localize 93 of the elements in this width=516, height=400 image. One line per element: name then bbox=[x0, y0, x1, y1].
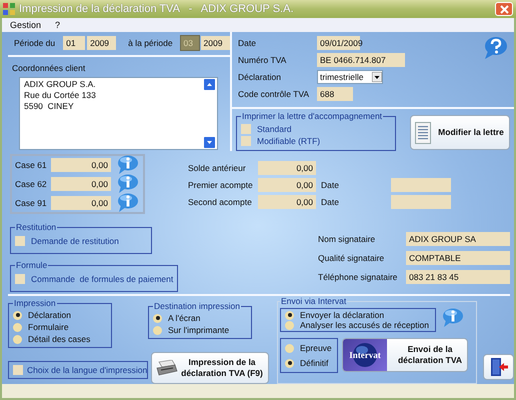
intervat-logo: Intervat bbox=[349, 350, 381, 360]
checkbox[interactable] bbox=[241, 124, 251, 134]
radio-label: Détail des cases bbox=[28, 334, 90, 344]
from-year-field[interactable]: 2009 bbox=[87, 36, 116, 50]
balance-label: Premier acompte bbox=[188, 180, 254, 190]
date-label: Date bbox=[320, 180, 340, 190]
checkbox-label: Commande de formules de paiement bbox=[31, 274, 174, 284]
client-label: Coordonnées client bbox=[12, 63, 86, 73]
amount-field[interactable]: 0,00 bbox=[258, 160, 316, 174]
radio-button[interactable] bbox=[13, 334, 22, 344]
checkbox[interactable] bbox=[15, 274, 25, 284]
date-label: Date bbox=[320, 196, 340, 206]
info-icon[interactable] bbox=[117, 155, 139, 176]
menu-item[interactable]: Gestion bbox=[10, 20, 42, 30]
info-icon[interactable] bbox=[117, 174, 139, 194]
radio-label: Formulaire bbox=[28, 322, 69, 332]
radio-button[interactable] bbox=[153, 314, 162, 322]
case-label: Case 62 bbox=[15, 178, 48, 189]
document-icon bbox=[415, 122, 431, 144]
radio-button[interactable] bbox=[153, 326, 162, 334]
date-field[interactable] bbox=[391, 178, 451, 192]
exit-button[interactable] bbox=[483, 354, 514, 380]
checkbox[interactable] bbox=[15, 236, 25, 246]
checkbox-label: Demande de restitution bbox=[31, 236, 119, 246]
group-title: Impression bbox=[13, 298, 57, 308]
period-to-label: à la période bbox=[128, 38, 173, 48]
field-label: Déclaration bbox=[238, 72, 282, 82]
amount-field[interactable]: 0,00 bbox=[258, 194, 316, 208]
radio-label: Epreuve bbox=[300, 343, 332, 353]
signatory-field[interactable]: 083 21 83 45 bbox=[406, 270, 510, 284]
checkbox[interactable] bbox=[241, 136, 251, 146]
checkbox-label: Standard bbox=[257, 124, 292, 134]
date-field[interactable] bbox=[391, 194, 451, 208]
declaration-dropdown[interactable]: trimestrielle bbox=[317, 70, 383, 84]
print-button[interactable]: Impression de la déclaration TVA (F9) bbox=[151, 352, 269, 384]
field-label: Code contrôle TVA bbox=[238, 89, 310, 99]
text-field[interactable]: BE 0466.714.807 bbox=[317, 53, 405, 67]
window-title: Impression de la déclaration TVA - ADIX GROUP S.A. bbox=[19, 3, 295, 15]
address-field[interactable]: ADIX GROUP S.A. Rue du Cortée 133 5590 CINEY bbox=[19, 77, 218, 150]
radio-label: Sur l'imprimante bbox=[168, 325, 230, 335]
balance-label: Solde antérieur bbox=[188, 162, 247, 172]
info-icon[interactable] bbox=[442, 308, 464, 328]
to-year-field[interactable]: 2009 bbox=[200, 36, 230, 50]
signatory-label: Nom signataire bbox=[318, 234, 376, 244]
radio-label: Déclaration bbox=[28, 310, 71, 320]
text-field[interactable]: 09/01/2009 bbox=[317, 36, 360, 50]
checkbox-label: Modifiable (RTF) bbox=[257, 136, 320, 146]
case-field[interactable]: 0,00 bbox=[51, 196, 111, 210]
close-button[interactable] bbox=[495, 2, 513, 16]
group-title: Imprimer la lettre d'accompagnement bbox=[241, 111, 384, 121]
case-label: Case 91 bbox=[15, 198, 48, 208]
from-month-field[interactable]: 01 bbox=[63, 36, 86, 50]
case-field[interactable]: 0,00 bbox=[51, 158, 111, 172]
radio-button[interactable] bbox=[13, 310, 22, 320]
group-title: Restitution bbox=[15, 222, 58, 232]
radio-button[interactable] bbox=[285, 358, 294, 368]
signatory-field[interactable]: COMPTABLE bbox=[406, 251, 510, 265]
balance-label: Second acompte bbox=[188, 196, 253, 206]
group-title: Formule bbox=[15, 260, 48, 270]
menu-item[interactable]: ? bbox=[55, 20, 60, 30]
radio-label: Envoyer la déclaration bbox=[300, 310, 384, 320]
checkbox-label: Choix de la langue d'impression bbox=[27, 365, 148, 375]
help-icon[interactable] bbox=[482, 36, 508, 60]
group-title: Destination impression bbox=[153, 301, 241, 311]
amount-field[interactable]: 0,00 bbox=[258, 178, 316, 192]
close-icon bbox=[500, 4, 508, 14]
case-field[interactable]: 0,00 bbox=[51, 176, 111, 191]
radio-button[interactable] bbox=[285, 320, 294, 330]
printer-icon bbox=[156, 360, 178, 376]
send-declaration-button[interactable]: Intervat Envoi de la déclaration TVA bbox=[342, 338, 468, 372]
text-field[interactable]: 688 bbox=[317, 87, 353, 101]
field-label: Numéro TVA bbox=[238, 55, 288, 65]
radio-label: Analyser les accusés de réception bbox=[300, 320, 429, 330]
radio-button[interactable] bbox=[285, 344, 294, 352]
dropdown-arrow-icon[interactable] bbox=[372, 72, 382, 82]
radio-button[interactable] bbox=[13, 322, 22, 332]
signatory-label: Qualité signataire bbox=[318, 253, 386, 263]
period-from-label: Période du bbox=[14, 38, 56, 48]
radio-label: Définitif bbox=[300, 358, 328, 368]
signatory-field[interactable]: ADIX GROUP SA bbox=[406, 232, 510, 246]
radio-label: A l'écran bbox=[168, 313, 200, 323]
checkbox[interactable] bbox=[13, 365, 23, 375]
app-icon bbox=[3, 3, 15, 15]
group-title: Envoi via Intervat bbox=[280, 296, 348, 306]
field-label: Date bbox=[238, 38, 257, 48]
scroll-down-icon[interactable] bbox=[204, 137, 215, 148]
info-icon[interactable] bbox=[117, 192, 139, 213]
exit-door-icon bbox=[488, 357, 509, 377]
radio-button[interactable] bbox=[285, 310, 294, 320]
signatory-label: Téléphone signataire bbox=[318, 272, 398, 282]
case-label: Case 61 bbox=[15, 160, 48, 170]
edit-letter-button[interactable]: Modifier la lettre bbox=[410, 115, 510, 150]
scroll-up-icon[interactable] bbox=[204, 79, 215, 90]
